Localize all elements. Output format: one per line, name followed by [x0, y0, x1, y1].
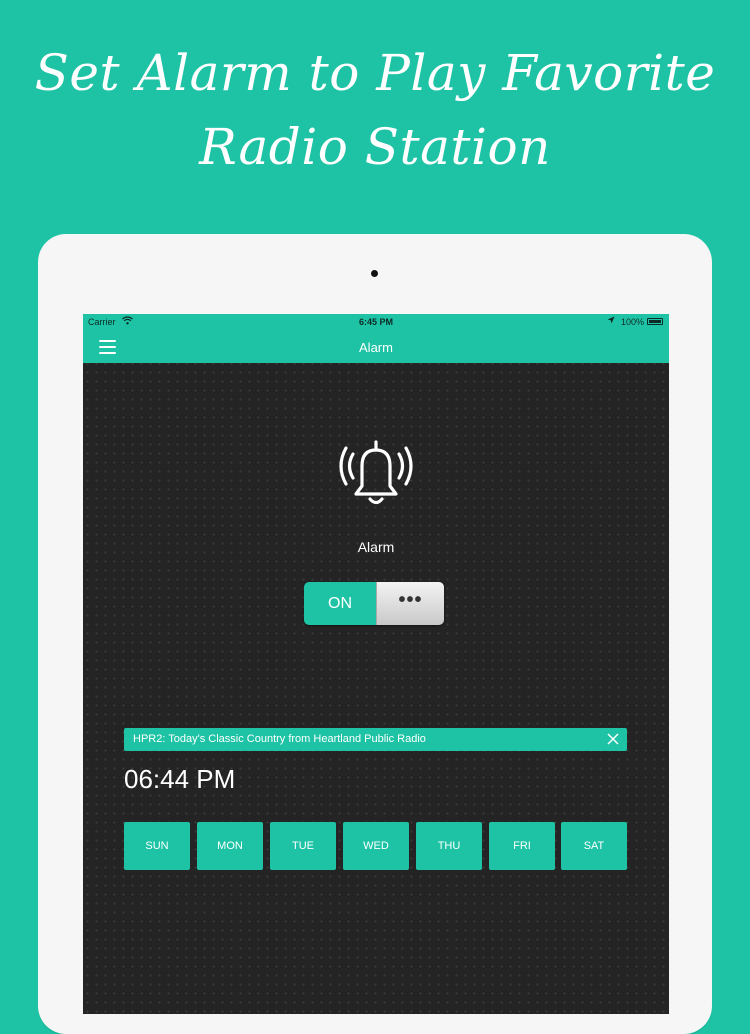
app-screen: Carrier 6:45 PM 100% Alarm Alarm ON ••• …: [83, 314, 669, 1014]
day-button-thu[interactable]: THU: [416, 822, 482, 870]
selected-station-bar[interactable]: HPR2: Today's Classic Country from Heart…: [124, 728, 627, 751]
promo-headline: Set Alarm to Play Favorite Radio Station: [0, 36, 750, 184]
day-button-fri[interactable]: FRI: [489, 822, 555, 870]
day-button-sun[interactable]: SUN: [124, 822, 190, 870]
front-camera: [371, 270, 378, 277]
alarm-toggle[interactable]: ON •••: [304, 582, 444, 625]
station-name: HPR2: Today's Classic Country from Heart…: [133, 733, 426, 745]
day-button-mon[interactable]: MON: [197, 822, 263, 870]
weekday-selector: SUN MON TUE WED THU FRI SAT: [124, 822, 627, 870]
promo-line-2: Radio Station: [199, 118, 551, 176]
status-time: 6:45 PM: [358, 317, 393, 327]
alarm-label: Alarm: [357, 539, 395, 555]
nav-title: Alarm: [359, 340, 393, 355]
close-icon[interactable]: [607, 730, 619, 750]
day-button-wed[interactable]: WED: [343, 822, 409, 870]
location-arrow-icon: [607, 316, 615, 326]
ringing-bell-icon: [336, 436, 416, 512]
toggle-on-label: ON: [304, 582, 376, 625]
status-bar: Carrier 6:45 PM 100%: [83, 314, 669, 331]
toggle-handle[interactable]: •••: [376, 582, 444, 625]
day-button-sat[interactable]: SAT: [561, 822, 627, 870]
promo-line-1: Set Alarm to Play Favorite: [34, 44, 716, 102]
battery-icon: [647, 318, 663, 325]
battery-percentage: 100%: [620, 317, 644, 327]
alarm-time[interactable]: 06:44 PM: [124, 764, 235, 795]
nav-bar: Alarm: [83, 331, 669, 363]
day-button-tue[interactable]: TUE: [270, 822, 336, 870]
